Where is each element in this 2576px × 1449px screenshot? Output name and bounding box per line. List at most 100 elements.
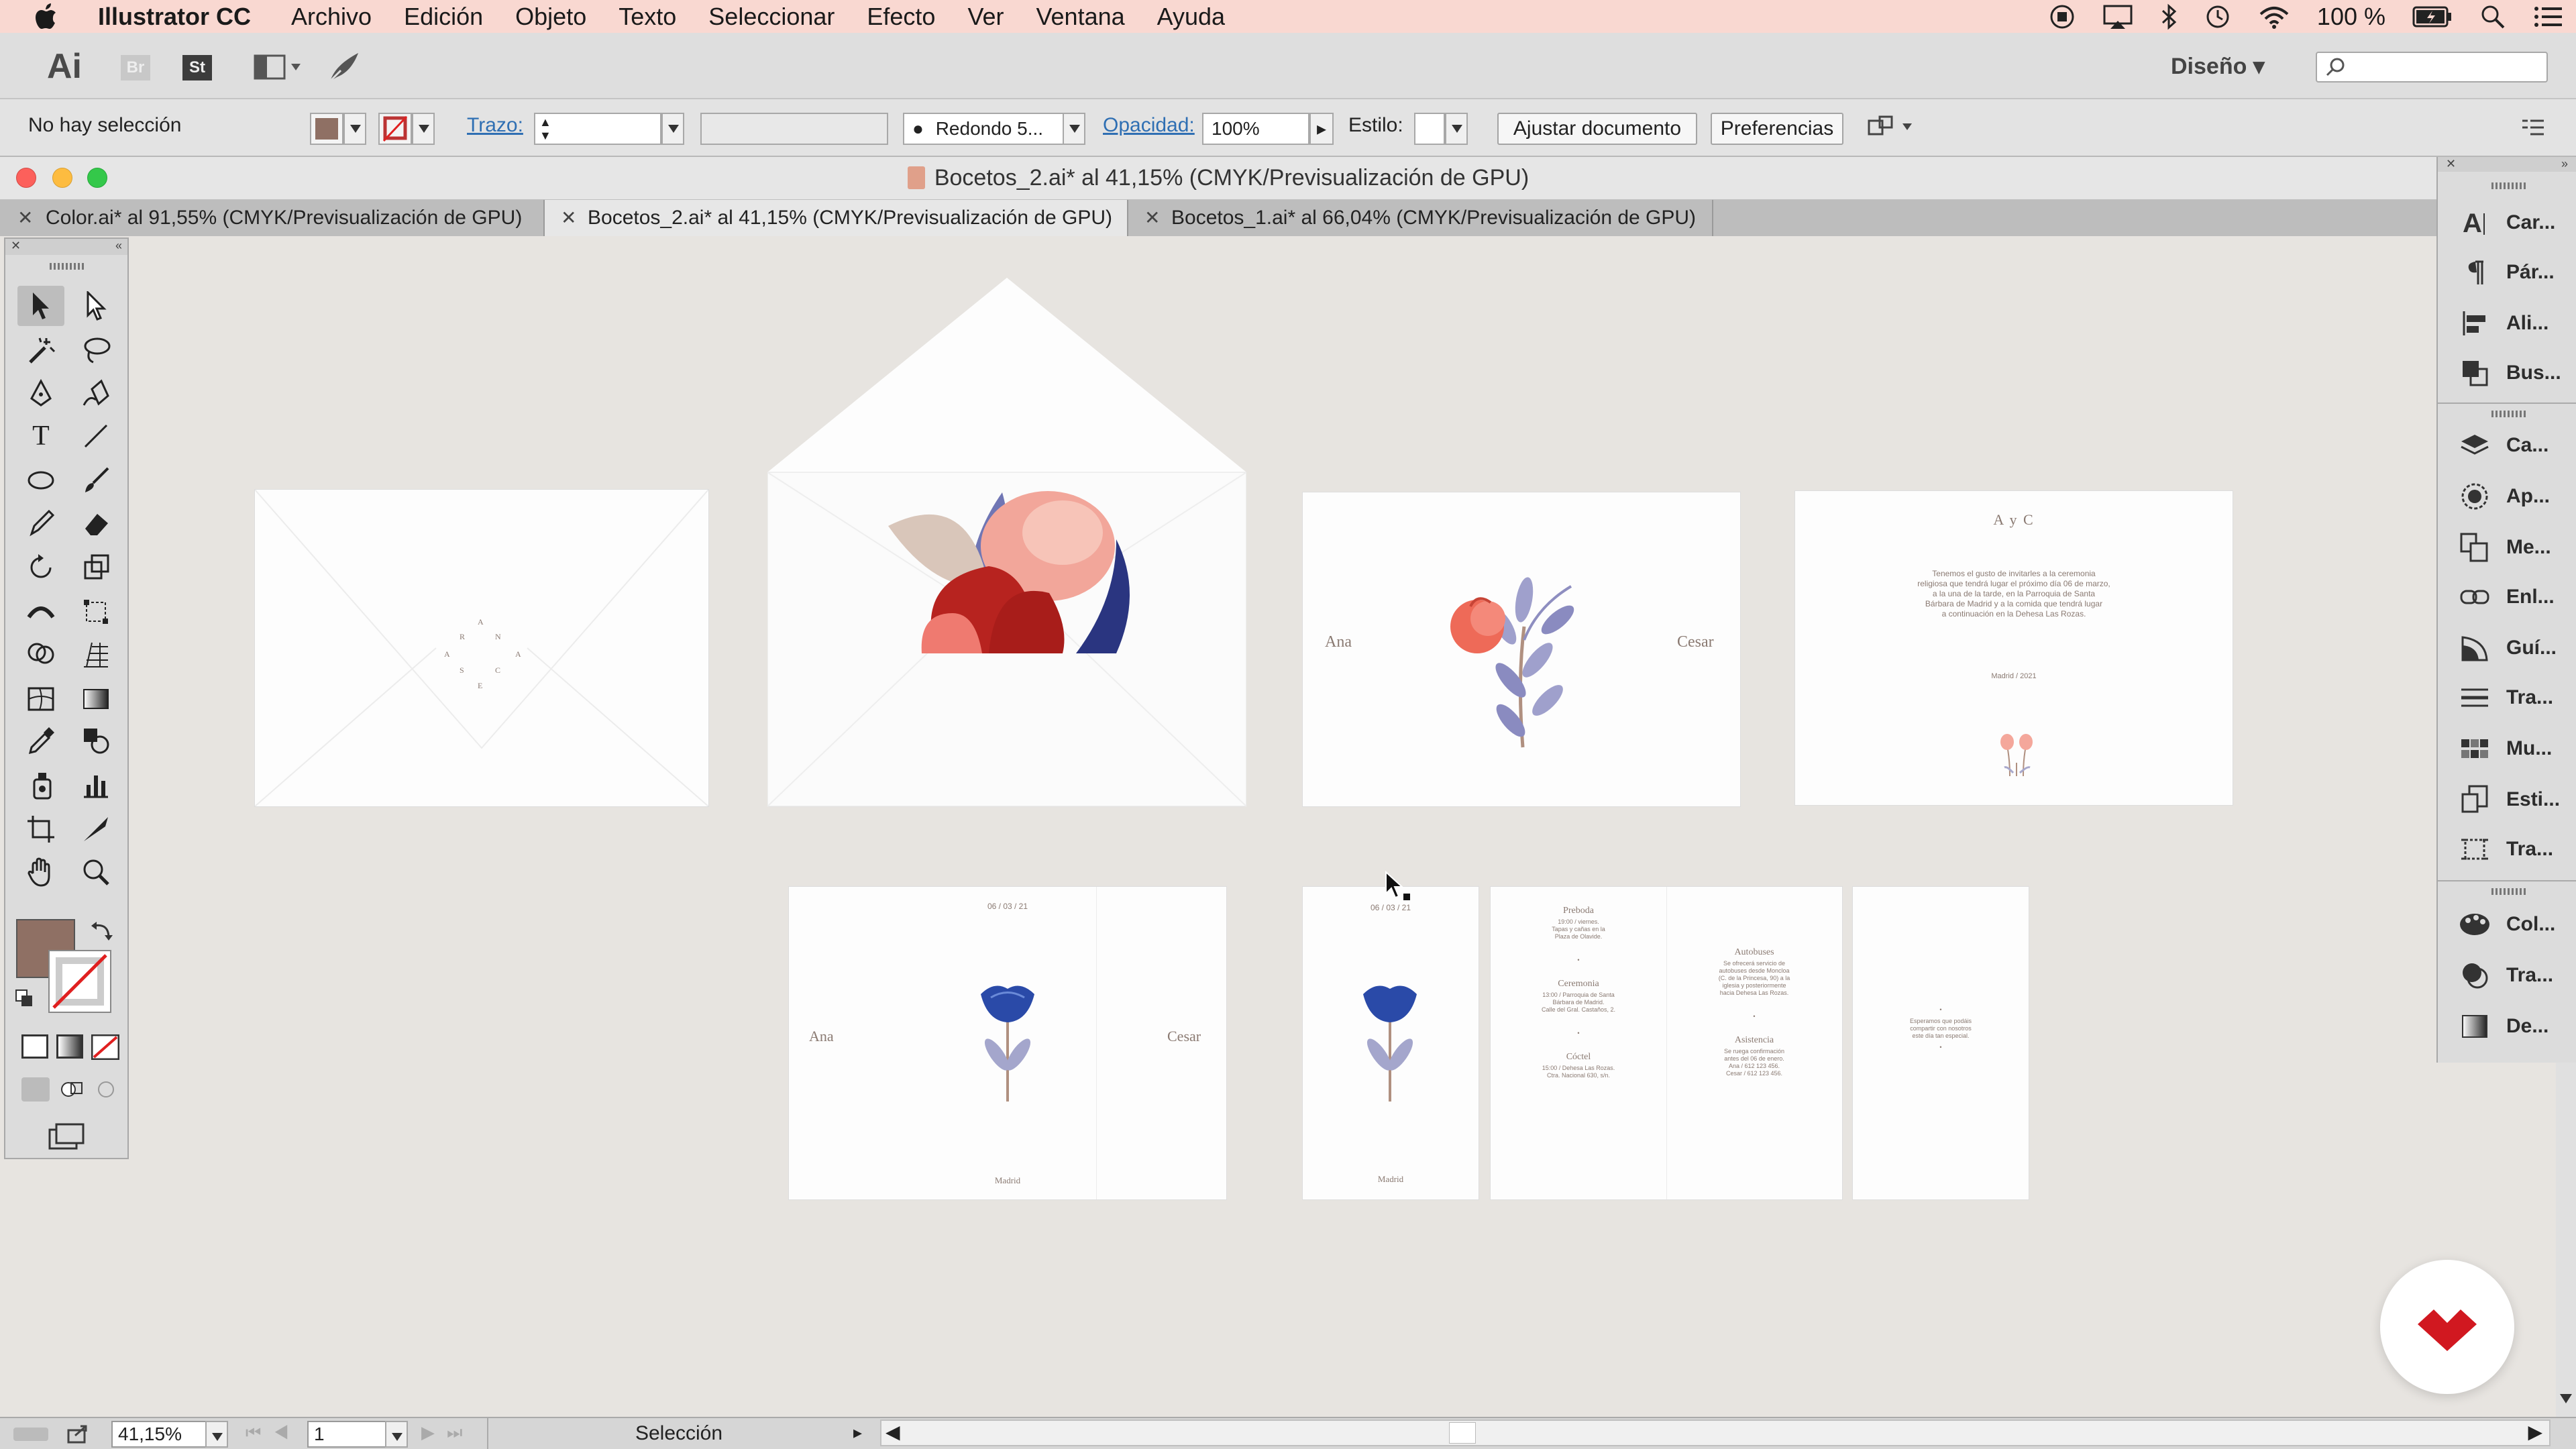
control-panel-menu-icon[interactable] [2520,115,2546,140]
ellipse-tool[interactable] [17,460,64,500]
default-fill-stroke-icon[interactable] [15,989,35,1009]
wifi-icon[interactable] [2258,3,2290,30]
opacity-label-link[interactable]: Opacidad: [1103,114,1195,137]
scale-tool[interactable] [72,547,119,588]
panel-paragraph[interactable]: Pár... [2457,252,2555,292]
stepper-arrows-icon[interactable]: ▲ ▼ [539,115,551,142]
align-options-icon[interactable] [1865,113,1919,142]
panel-graphic-styles[interactable]: Guí... [2457,628,2557,668]
bridge-button[interactable]: Br [121,55,150,80]
close-dock-icon[interactable]: ✕ [2446,157,2456,171]
stroke-color-swatch[interactable] [48,950,111,1013]
close-tab-icon[interactable]: ✕ [561,200,576,236]
pen-tool[interactable] [17,373,64,413]
stock-button[interactable]: St [182,55,212,80]
menu-edicion[interactable]: Edición [404,3,483,31]
hand-tool[interactable] [17,852,64,892]
direct-selection-tool[interactable] [72,286,119,326]
menu-efecto[interactable]: Efecto [867,3,935,31]
opacity-slider-arrow[interactable]: ▸ [1309,113,1334,145]
variable-width-field[interactable] [700,113,888,145]
panel-artboards[interactable]: Me... [2457,527,2551,568]
menu-ayuda[interactable]: Ayuda [1157,3,1225,31]
bluetooth-icon[interactable] [2160,3,2178,30]
blend-tool[interactable] [72,720,119,761]
type-tool[interactable]: T [17,416,64,456]
shape-builder-tool[interactable] [17,635,64,675]
paintbrush-tool[interactable] [72,460,119,500]
shaper-tool[interactable] [17,503,64,543]
eraser-tool[interactable] [72,503,119,543]
draw-inside-icon[interactable] [93,1077,121,1102]
artboard-number-field[interactable]: 1 [307,1421,388,1448]
free-transform-tool[interactable] [72,592,119,632]
brush-definition-field[interactable]: ● Redondo 5... [903,113,1079,145]
close-panel-icon[interactable]: ✕ [11,239,21,253]
apple-icon[interactable] [35,3,71,30]
artboard-fold-card[interactable]: 06 / 03 / 21 Ana Cesar Madrid [789,887,1226,1199]
spotlight-search-icon[interactable] [2479,3,2506,30]
artboard-schedule[interactable]: Preboda 19:00 / viernes. Tapas y cañas e… [1491,887,1842,1199]
mesh-tool[interactable] [17,679,64,719]
screen-mode-icon[interactable] [48,1123,86,1150]
next-last-artboard-icons[interactable]: ▶⏭ [421,1422,474,1444]
swap-fill-stroke-icon[interactable] [90,919,114,943]
first-prev-artboard-icons[interactable]: ⏮◀ [246,1422,301,1444]
curvature-tool[interactable] [72,373,119,413]
draw-normal-icon[interactable] [21,1077,50,1102]
artboard-dropdown[interactable] [385,1421,408,1448]
scroll-down-arrow-icon[interactable] [2559,1391,2573,1405]
stroke-swatch[interactable] [378,113,412,145]
stroke-weight-dropdown[interactable] [661,113,684,145]
menu-ventana[interactable]: Ventana [1036,3,1125,31]
fill-swatch[interactable] [310,113,343,145]
width-tool[interactable] [17,592,64,632]
close-tab-icon[interactable]: ✕ [1144,200,1160,236]
column-graph-tool[interactable] [72,765,119,805]
share-icon[interactable] [66,1424,90,1444]
panel-symbols[interactable]: Esti... [2457,780,2560,820]
arrange-documents-icon[interactable] [254,53,303,81]
record-icon[interactable] [2049,3,2076,30]
status-menu-arrow-icon[interactable]: ▸ [853,1422,862,1443]
zoom-tool[interactable] [72,852,119,892]
collapse-panel-icon[interactable]: « [115,239,122,253]
none-mode-icon[interactable] [91,1034,119,1060]
app-name-menu[interactable]: Illustrator CC [98,3,251,31]
selection-tool[interactable] [17,286,64,326]
eyedropper-tool[interactable] [17,720,64,761]
graphic-style-swatch[interactable] [1414,113,1445,145]
symbol-sprayer-tool[interactable] [17,765,64,805]
fit-document-button[interactable]: Ajustar documento [1497,113,1697,145]
help-search-input[interactable] [2316,52,2548,83]
panel-transform[interactable]: Tra... [2457,829,2553,869]
stroke-weight-field[interactable]: ▲ ▼ [534,113,661,145]
preferences-button[interactable]: Preferencias [1711,113,1843,145]
panel-pathfinder[interactable]: Bus... [2457,353,2561,393]
menu-archivo[interactable]: Archivo [291,3,372,31]
time-machine-icon[interactable] [2204,3,2231,30]
gpu-performance-icon[interactable] [327,50,362,84]
draw-behind-icon[interactable] [58,1077,86,1102]
lasso-tool[interactable] [72,330,119,370]
gradient-tool[interactable] [72,679,119,719]
rotate-tool[interactable] [17,547,64,588]
menu-seleccionar[interactable]: Seleccionar [708,3,835,31]
artboard-small-card[interactable]: 06 / 03 / 21 Madrid [1303,887,1479,1199]
cc-libraries-icon[interactable] [12,1424,50,1444]
workspace-switcher[interactable]: Diseño ▾ [2171,53,2265,80]
panel-transparency[interactable]: Tra... [2457,955,2553,996]
line-segment-tool[interactable] [72,416,119,456]
menu-ver[interactable]: Ver [967,3,1004,31]
panel-appearance[interactable]: Ap... [2457,476,2550,517]
zoom-field[interactable]: 41,15% [111,1421,208,1448]
horizontal-scrollbar[interactable]: ◀ ▶ [880,1419,2551,1446]
panel-character[interactable]: A Car... [2457,203,2555,243]
color-mode-icon[interactable] [21,1034,48,1059]
tab-bocetos-2-ai[interactable]: ✕ Bocetos_2.ai* al 41,15% (CMYK/Previsual… [545,200,1128,236]
menu-objeto[interactable]: Objeto [515,3,586,31]
graphic-style-dropdown[interactable] [1445,113,1468,145]
airplay-icon[interactable] [2102,3,2133,30]
scroll-thumb[interactable] [1449,1422,1476,1444]
expand-dock-icon[interactable]: » [2561,157,2568,171]
